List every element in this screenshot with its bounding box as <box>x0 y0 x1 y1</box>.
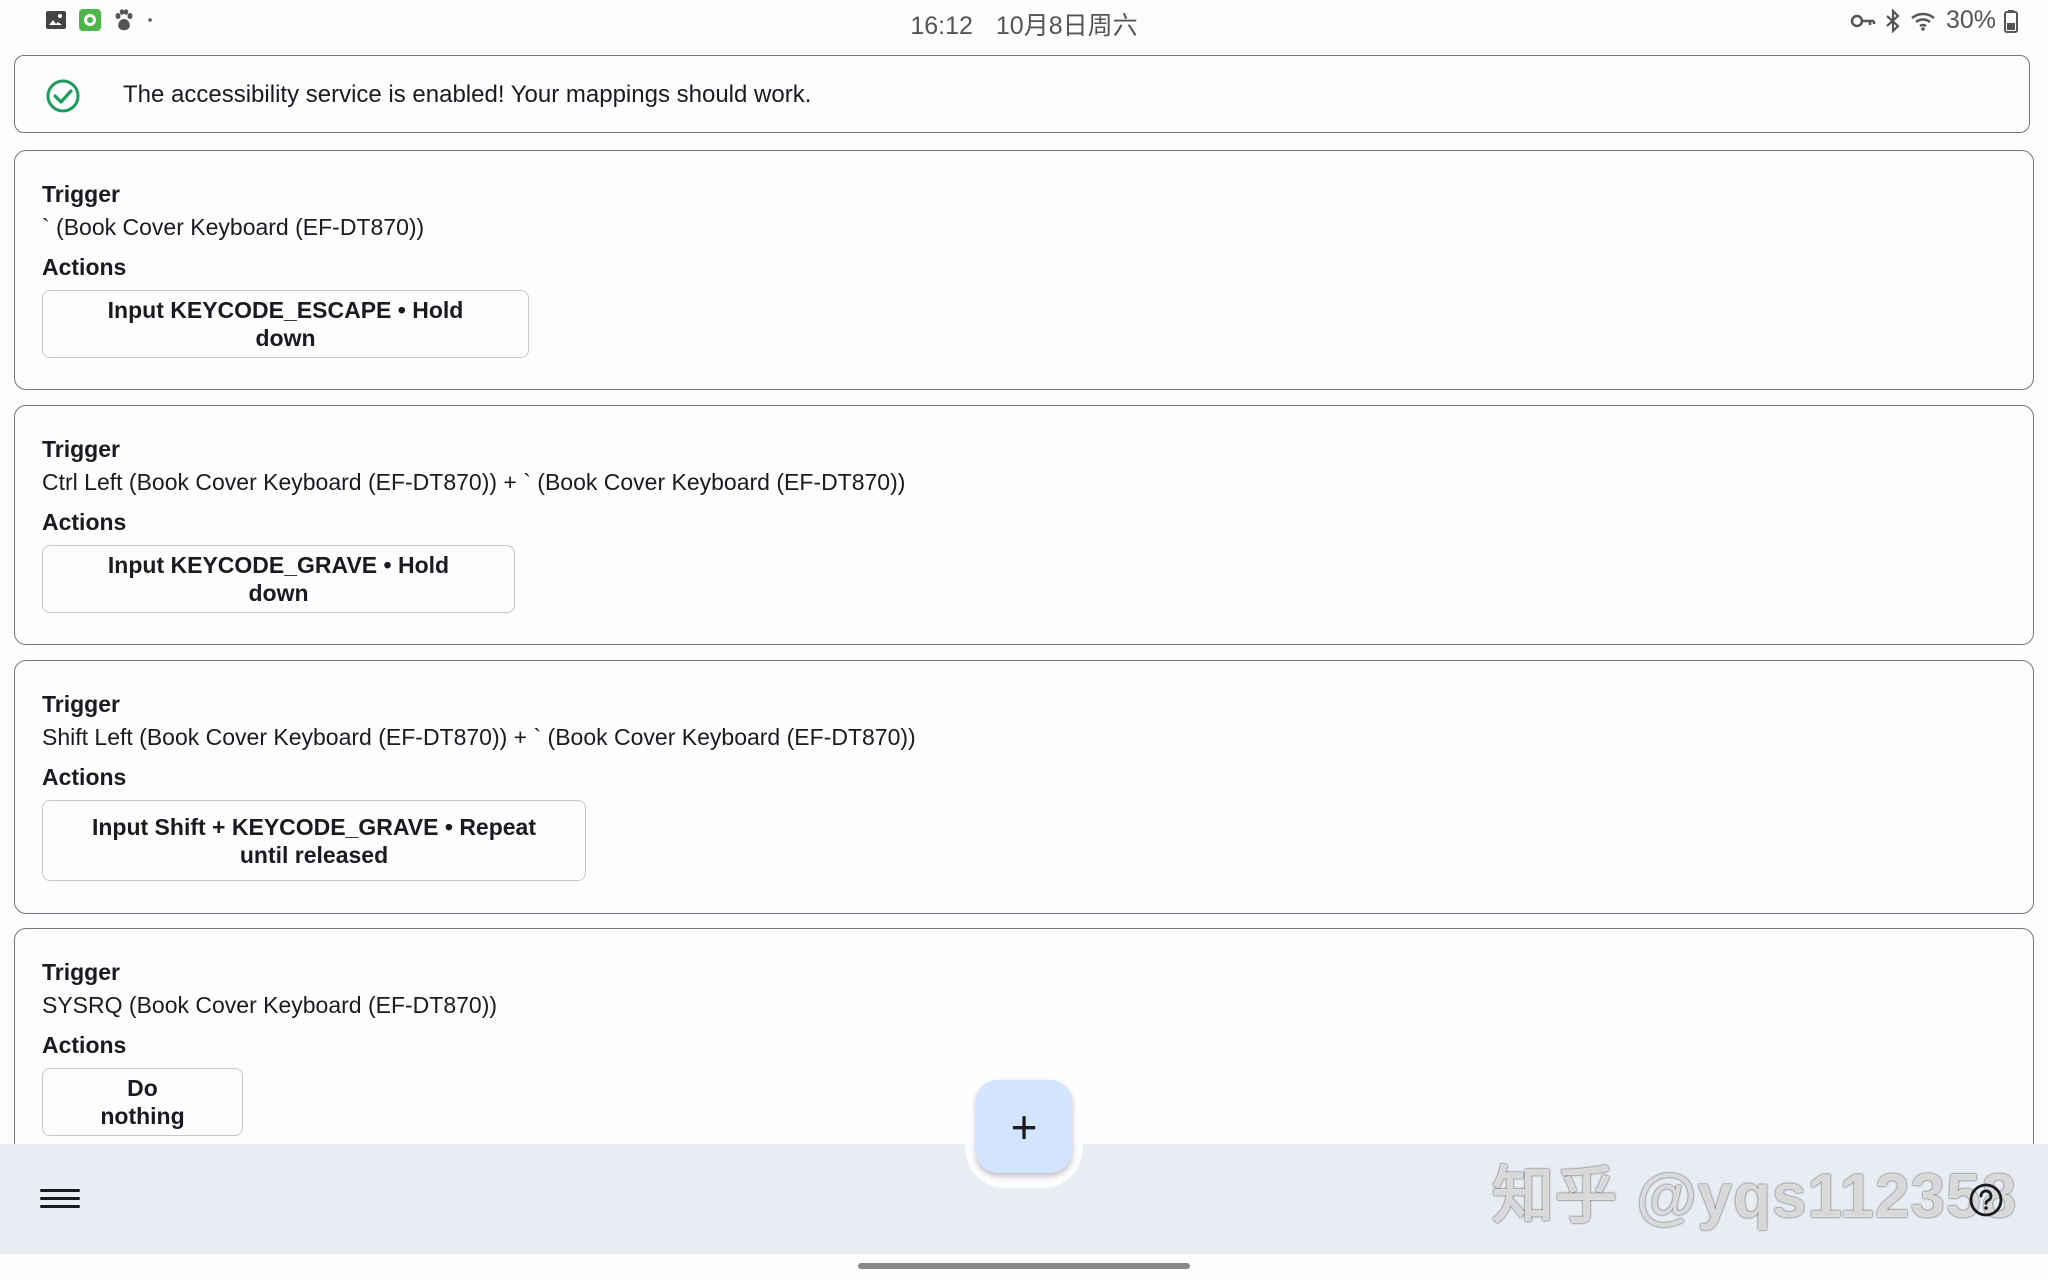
status-bar-clock: 16:12 10月8日周六 <box>0 6 2048 42</box>
battery-percent: 30% <box>1945 6 1996 34</box>
battery-icon <box>2004 9 2018 33</box>
trigger-label: Trigger <box>42 181 120 207</box>
trigger-text: Ctrl Left (Book Cover Keyboard (EF-DT870… <box>42 469 906 495</box>
mapping-card[interactable]: Trigger Shift Left (Book Cover Keyboard … <box>14 660 2034 914</box>
trigger-label: Trigger <box>42 959 120 985</box>
action-chip[interactable]: Input KEYCODE_GRAVE • Hold down <box>42 545 515 613</box>
actions-label: Actions <box>42 1032 127 1058</box>
trigger-text: ` (Book Cover Keyboard (EF-DT870)) <box>42 214 425 240</box>
actions-label: Actions <box>42 254 127 280</box>
help-icon[interactable] <box>1968 1182 2004 1218</box>
action-chip[interactable]: Input KEYCODE_ESCAPE • Hold down <box>42 290 529 358</box>
status-bar: 16:12 10月8日周六 30% <box>0 0 2048 44</box>
actions-label: Actions <box>42 509 127 535</box>
mapping-card[interactable]: Trigger ` (Book Cover Keyboard (EF-DT870… <box>14 150 2034 390</box>
trigger-text: SYSRQ (Book Cover Keyboard (EF-DT870)) <box>42 992 498 1018</box>
trigger-label: Trigger <box>42 436 120 462</box>
action-chip[interactable]: Input Shift + KEYCODE_GRAVE • Repeat unt… <box>42 800 586 881</box>
status-bar-right-icons: 30% <box>1850 6 2018 35</box>
add-icon: + <box>1010 1100 1038 1153</box>
actions-label: Actions <box>42 764 127 790</box>
key-icon <box>1850 14 1876 27</box>
add-mapping-button[interactable]: + <box>976 1080 1072 1173</box>
menu-icon[interactable] <box>40 1184 80 1214</box>
banner-message: The accessibility service is enabled! Yo… <box>123 81 812 108</box>
action-chip-line: until released <box>239 841 389 868</box>
accessibility-status-banner: The accessibility service is enabled! Yo… <box>14 55 2030 133</box>
status-time: 16:12 <box>910 12 973 40</box>
watermark: 知乎 @yqs112358 <box>1492 1162 2017 1231</box>
home-indicator[interactable] <box>858 1263 1190 1269</box>
check-circle-icon <box>46 79 80 113</box>
action-chip[interactable]: Do nothing <box>42 1068 243 1136</box>
trigger-label: Trigger <box>42 691 120 717</box>
bluetooth-icon <box>1886 8 1900 33</box>
wifi-icon <box>1911 12 1935 31</box>
action-chip-line: Input Shift + KEYCODE_GRAVE • Repeat <box>91 813 537 840</box>
status-date: 10月8日周六 <box>995 12 1138 40</box>
mapping-card[interactable]: Trigger Ctrl Left (Book Cover Keyboard (… <box>14 405 2034 645</box>
trigger-text: Shift Left (Book Cover Keyboard (EF-DT87… <box>42 724 916 750</box>
